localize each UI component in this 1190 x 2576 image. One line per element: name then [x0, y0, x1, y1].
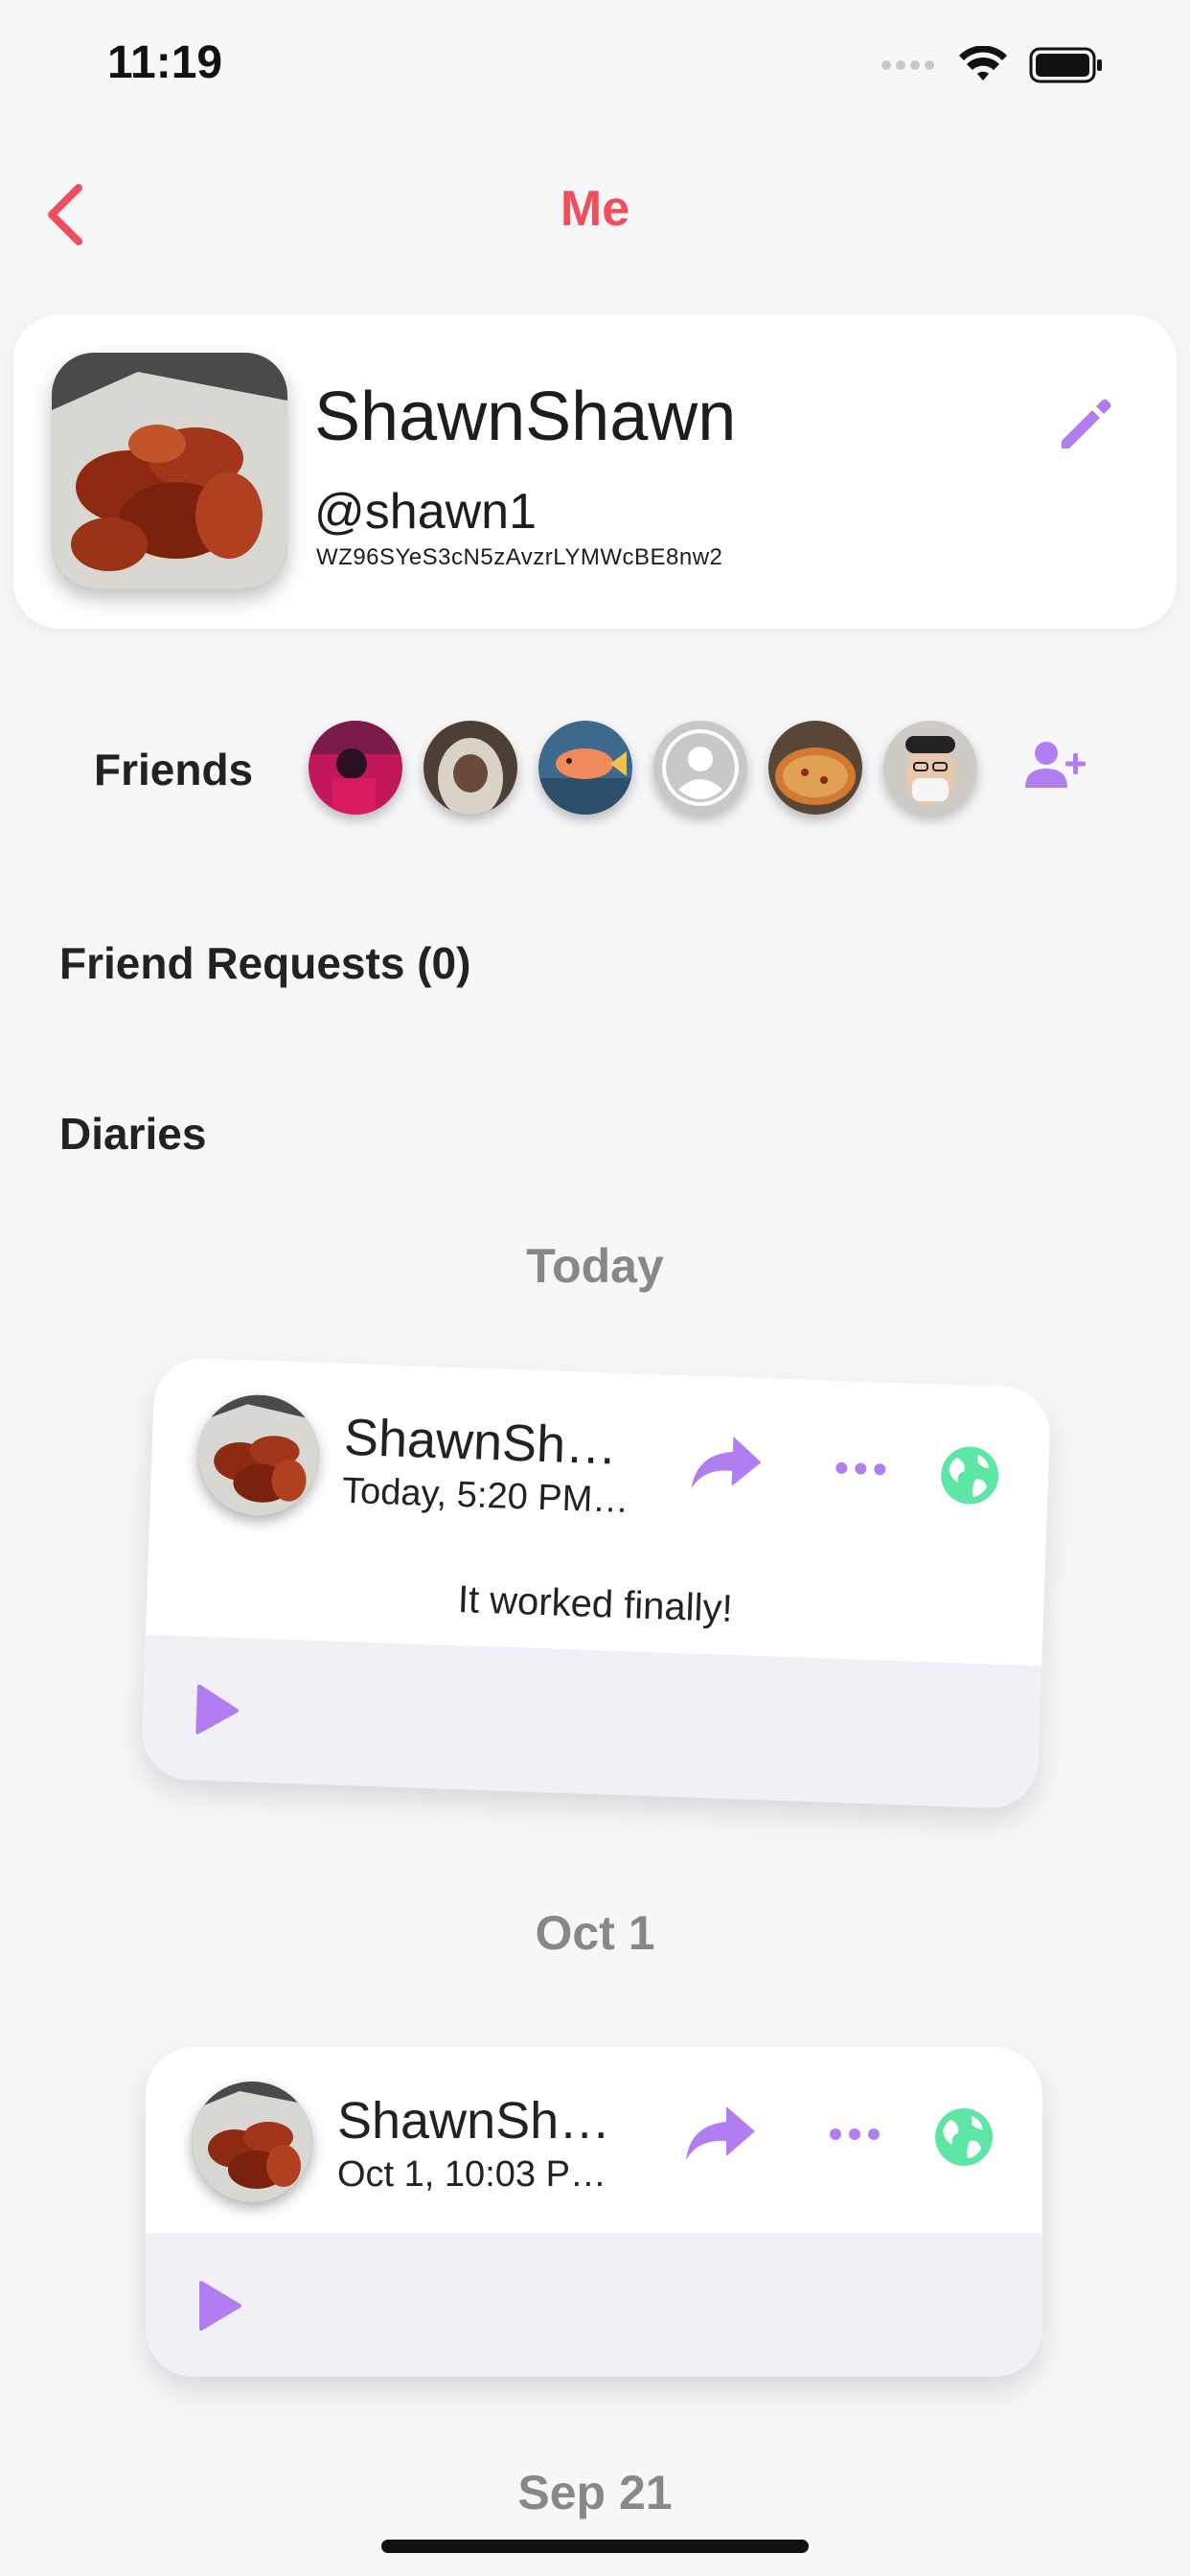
- add-friend-icon[interactable]: [1021, 738, 1088, 795]
- date-header: Sep 21: [517, 2466, 673, 2519]
- audio-player: [146, 2233, 1042, 2377]
- globe-public-icon[interactable]: [933, 2106, 995, 2168]
- chicken-wings-photo: [52, 353, 287, 588]
- pizza-photo: [768, 721, 862, 815]
- signal-icon: [881, 60, 934, 70]
- default-user-icon: [653, 721, 747, 815]
- friend-avatar[interactable]: [768, 721, 862, 815]
- chicken-wings-photo: [195, 1392, 321, 1518]
- edit-pencil-icon[interactable]: [1052, 391, 1119, 458]
- fish-illustration: [538, 721, 632, 815]
- friend-photo: [309, 721, 402, 815]
- diary-text: It worked finally!: [457, 1577, 734, 1630]
- profile-card: ShawnShawn @shawn1 WZ96SYeS3cN5zAvzrLYMW…: [13, 314, 1177, 629]
- friend-avatar[interactable]: [309, 721, 402, 815]
- friend-avatar[interactable]: [883, 721, 977, 815]
- diary-time: Today, 5:20 PM ...: [341, 1470, 630, 1522]
- page-title: Me: [560, 181, 630, 237]
- diary-header: ShawnSha... Oct 1, 10:03 PM...: [146, 2047, 1042, 2235]
- status-bar: 11:19: [0, 0, 1190, 134]
- friend-avatar[interactable]: [538, 721, 632, 815]
- diary-author: ShawnSha...: [343, 1408, 633, 1477]
- share-arrow-icon[interactable]: [687, 1429, 766, 1499]
- wifi-icon: [959, 46, 1007, 80]
- date-header: Oct 1: [535, 1906, 655, 1960]
- profile-handle: @shawn1: [314, 484, 538, 540]
- play-icon[interactable]: [195, 2279, 243, 2333]
- nav-bar: Me: [0, 153, 1190, 268]
- diary-card[interactable]: ShawnSha... Today, 5:20 PM ... It worked…: [140, 1356, 1052, 1810]
- more-dots-icon[interactable]: [832, 1454, 890, 1484]
- profile-name: ShawnShawn: [314, 379, 737, 455]
- friend-photo: [423, 721, 517, 815]
- diary-avatar: [195, 1392, 321, 1518]
- friend-photo: [883, 721, 977, 815]
- share-arrow-icon[interactable]: [682, 2101, 759, 2168]
- chicken-wings-photo: [192, 2082, 312, 2202]
- status-time: 11:19: [107, 37, 223, 88]
- diary-author: ShawnSha...: [337, 2092, 625, 2150]
- audio-player: [140, 1634, 1042, 1810]
- diary-avatar: [192, 2082, 312, 2202]
- profile-avatar[interactable]: [52, 353, 287, 588]
- diary-card[interactable]: ShawnSha... Oct 1, 10:03 PM...: [146, 2047, 1042, 2377]
- diaries-heading: Diaries: [59, 1109, 207, 1159]
- profile-uid: WZ96SYeS3cN5zAvzrLYMWcBE8nw2: [316, 544, 723, 570]
- home-indicator[interactable]: [381, 2540, 809, 2553]
- friend-requests-heading[interactable]: Friend Requests (0): [59, 937, 470, 989]
- battery-icon: [1029, 47, 1102, 83]
- diary-time: Oct 1, 10:03 PM...: [337, 2154, 625, 2195]
- play-icon[interactable]: [192, 1682, 241, 1737]
- status-icons: [880, 46, 1104, 84]
- globe-public-icon[interactable]: [938, 1443, 1001, 1506]
- friends-label: Friends: [94, 745, 254, 794]
- friend-avatar-default[interactable]: [653, 721, 747, 815]
- friend-avatar[interactable]: [423, 721, 517, 815]
- diary-header: ShawnSha... Today, 5:20 PM ...: [149, 1357, 1051, 1576]
- more-dots-icon[interactable]: [826, 2120, 883, 2149]
- date-header: Today: [526, 1239, 664, 1293]
